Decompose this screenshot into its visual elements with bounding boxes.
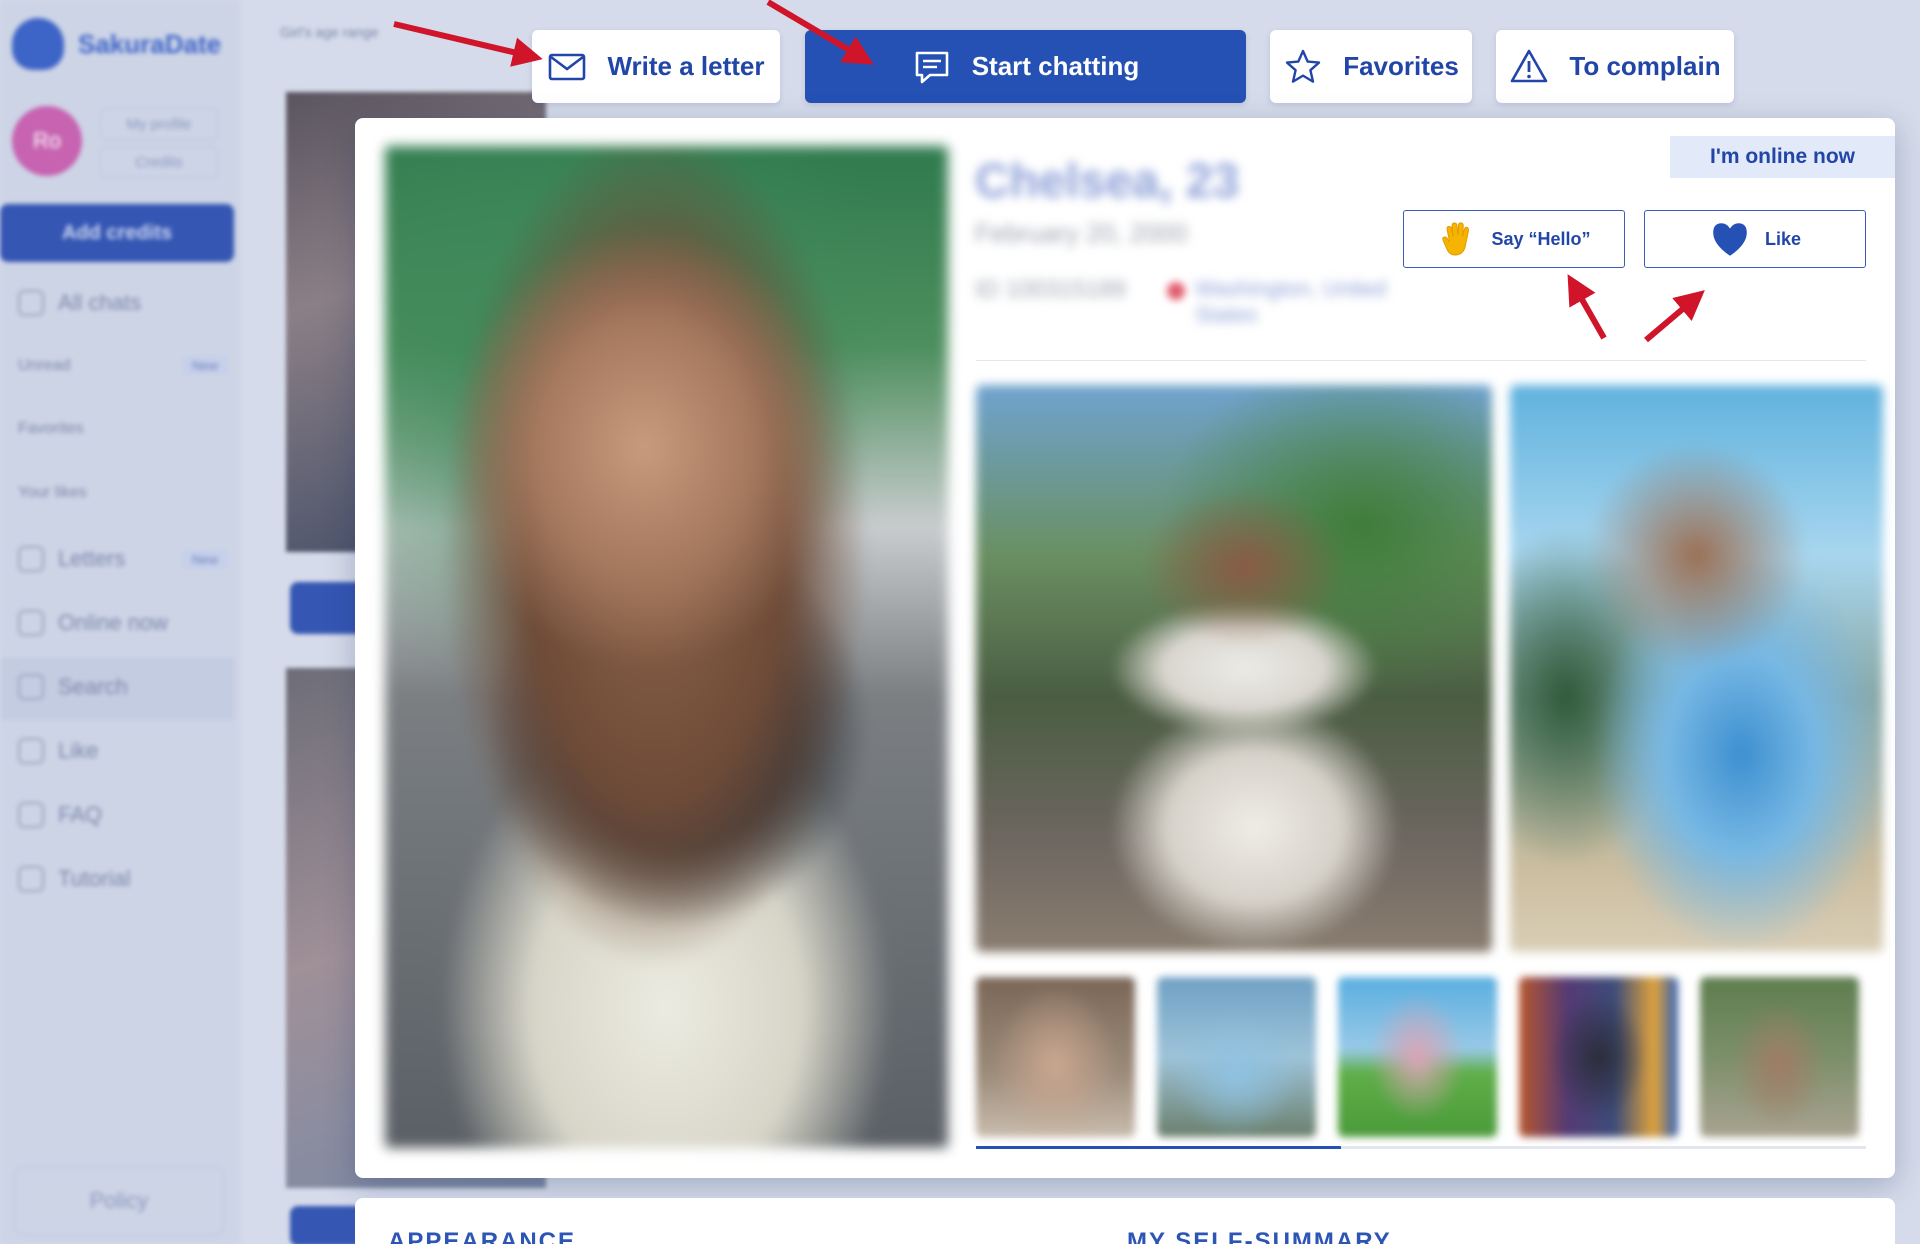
question-icon xyxy=(18,802,44,828)
sidebar-item-search[interactable]: Search xyxy=(18,674,228,700)
divider xyxy=(976,360,1866,361)
sidebar-item-unread[interactable]: Unread New xyxy=(18,356,228,375)
new-badge: New xyxy=(181,549,228,569)
gallery-scrollbar-thumb[interactable] xyxy=(976,1146,1341,1149)
sidebar-item-your-likes[interactable]: Your likes xyxy=(18,484,228,502)
say-hello-button[interactable]: Say “Hello” xyxy=(1403,210,1625,268)
heart-icon xyxy=(18,738,44,764)
profile-location: Washington, United States xyxy=(1195,276,1387,327)
online-status-badge: I'm online now xyxy=(1670,136,1895,178)
new-badge: New xyxy=(181,356,228,375)
sidebar-item-label: Unread xyxy=(18,356,71,374)
complain-button[interactable]: To complain xyxy=(1496,30,1734,103)
sidebar-item-all-chats[interactable]: All chats xyxy=(18,290,228,316)
chat-icon xyxy=(18,290,44,316)
start-chatting-button[interactable]: Start chatting xyxy=(805,30,1246,103)
like-label: Like xyxy=(1764,228,1802,249)
sidebar-item-label: FAQ xyxy=(58,802,103,827)
gallery-scrollbar[interactable] xyxy=(976,1146,1866,1149)
avatar[interactable]: Ro xyxy=(12,106,82,176)
my-profile-button[interactable]: My profile xyxy=(100,108,218,140)
sidebar-item-online-now[interactable]: Online now xyxy=(18,610,228,636)
profile-id: ID 100315189 xyxy=(975,276,1126,303)
brand-name: SakuraDate xyxy=(78,28,222,59)
sidebar-item-label: Tutorial xyxy=(58,866,131,891)
profile-modal: I'm online now Chelsea, 23 February 20, … xyxy=(355,118,1895,1178)
envelope-icon xyxy=(18,546,44,572)
sidebar-item-label: Like xyxy=(58,738,99,763)
book-icon xyxy=(18,866,44,892)
brand-logo[interactable]: SakuraDate xyxy=(12,18,221,70)
sidebar-item-favorites[interactable]: Favorites xyxy=(18,420,228,438)
sidebar-item-letters[interactable]: Letters New xyxy=(18,546,228,572)
waving-hand-icon xyxy=(1442,222,1470,256)
say-hello-label: Say “Hello” xyxy=(1491,228,1591,249)
chat-bubble-icon xyxy=(915,51,949,83)
age-filter-label: Girl's age range xyxy=(280,24,379,40)
envelope-icon xyxy=(549,53,586,80)
appearance-heading: APPEARANCE xyxy=(388,1228,577,1244)
sidebar-item-label: Favorites xyxy=(18,420,84,437)
gallery-photo[interactable] xyxy=(976,385,1492,952)
warning-icon xyxy=(1511,49,1548,82)
profile-name-age: Chelsea, 23 xyxy=(975,155,1240,208)
profile-birthdate: February 20, 2000 xyxy=(975,218,1188,248)
favorites-label: Favorites xyxy=(1343,51,1459,81)
gallery-thumbnail[interactable] xyxy=(976,977,1135,1137)
credits-button[interactable]: Credits xyxy=(100,146,218,178)
gallery-thumbnail[interactable] xyxy=(1338,977,1497,1137)
profile-details-card: APPEARANCE MY SELF-SUMMARY xyxy=(355,1198,1895,1244)
sidebar-item-like[interactable]: Like xyxy=(18,738,228,764)
location-flag-icon xyxy=(1167,282,1185,300)
search-icon xyxy=(18,674,44,700)
gallery-photo[interactable] xyxy=(1510,385,1883,952)
favorites-button[interactable]: Favorites xyxy=(1270,30,1472,103)
sidebar-item-label: Your likes xyxy=(18,484,87,501)
complain-label: To complain xyxy=(1569,51,1721,81)
add-credits-button[interactable]: Add credits xyxy=(0,204,234,262)
sidebar-item-label: All chats xyxy=(58,290,142,315)
like-button[interactable]: Like xyxy=(1644,210,1866,268)
sidebar-item-tutorial[interactable]: Tutorial xyxy=(18,866,228,892)
policy-button[interactable]: Policy xyxy=(14,1166,224,1236)
self-summary-heading: MY SELF-SUMMARY xyxy=(1127,1228,1392,1244)
tree-icon xyxy=(12,18,64,70)
star-icon xyxy=(1285,49,1321,83)
gallery-thumbnail[interactable] xyxy=(1157,977,1316,1137)
sidebar-item-faq[interactable]: FAQ xyxy=(18,802,228,828)
gallery-thumbnail[interactable] xyxy=(1519,977,1678,1137)
sidebar-item-label: Letters xyxy=(58,546,126,571)
write-letter-button[interactable]: Write a letter xyxy=(532,30,780,103)
gallery-thumbnail[interactable] xyxy=(1700,977,1859,1137)
write-letter-label: Write a letter xyxy=(607,51,765,81)
start-chatting-label: Start chatting xyxy=(971,51,1140,81)
sidebar-item-label: Online now xyxy=(58,610,169,635)
camera-icon xyxy=(18,610,44,636)
sidebar: SakuraDate Ro My profile Credits Add cre… xyxy=(0,0,240,1244)
heart-icon xyxy=(1713,223,1747,256)
sidebar-item-label: Search xyxy=(58,674,128,699)
main-profile-photo[interactable] xyxy=(385,146,948,1148)
